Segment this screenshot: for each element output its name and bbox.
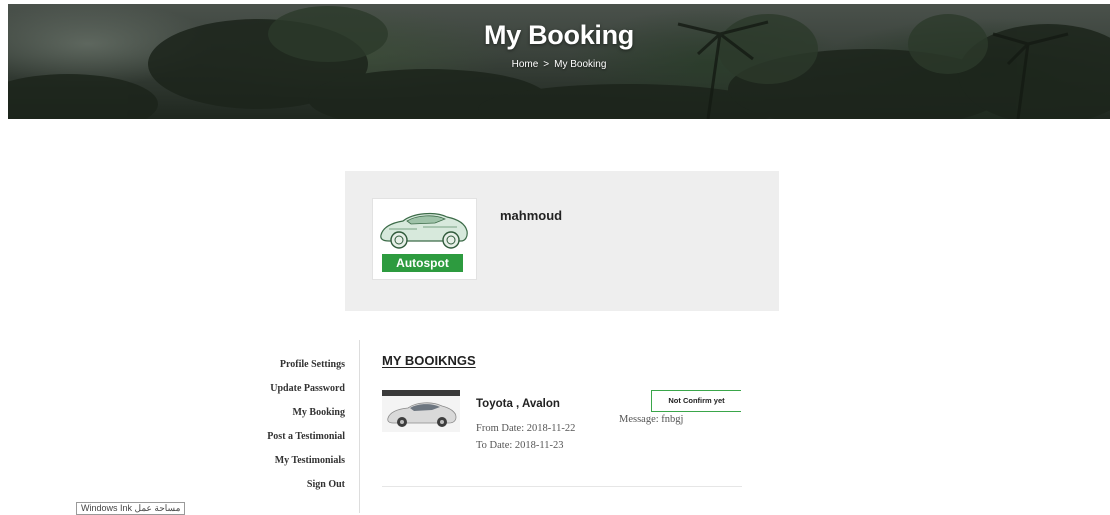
booking-divider bbox=[382, 486, 742, 487]
from-date-label: From Date: bbox=[476, 423, 525, 434]
booking-car-name[interactable]: Toyota , Avalon bbox=[476, 398, 560, 410]
sidebar-item-my-testimonials[interactable]: My Testimonials bbox=[275, 455, 345, 466]
from-date-value: 2018-11-22 bbox=[526, 423, 576, 434]
sidebar-item-post-testimonial[interactable]: Post a Testimonial bbox=[267, 431, 345, 442]
message-label: Message: bbox=[619, 414, 659, 425]
breadcrumb: Home > My Booking bbox=[8, 59, 1110, 70]
avatar: Autospot bbox=[372, 198, 477, 280]
breadcrumb-separator: > bbox=[543, 59, 550, 70]
to-date-value: 2018-11-23 bbox=[514, 440, 564, 451]
brand-badge: Autospot bbox=[382, 254, 463, 272]
sidebar-item-update-password[interactable]: Update Password bbox=[270, 383, 345, 394]
hero-banner: My Booking Home > My Booking bbox=[8, 4, 1110, 119]
profile-card: Autospot mahmoud bbox=[345, 171, 779, 311]
page-title: My Booking bbox=[484, 20, 634, 50]
windows-ink-tooltip: Windows Ink مساحة عمل bbox=[76, 502, 186, 515]
account-sidebar: Profile Settings Update Password My Book… bbox=[230, 340, 360, 513]
car-thumbnail-image bbox=[382, 390, 460, 432]
username: mahmoud bbox=[500, 208, 563, 223]
to-date-label: To Date: bbox=[476, 440, 513, 451]
sidebar-item-sign-out[interactable]: Sign Out bbox=[307, 479, 345, 490]
breadcrumb-home-link[interactable]: Home bbox=[512, 59, 539, 70]
sidebar-item-profile-settings[interactable]: Profile Settings bbox=[280, 359, 345, 370]
sidebar-item-my-booking[interactable]: My Booking bbox=[292, 407, 345, 418]
booking-from-date: From Date: 2018-11-22 bbox=[476, 423, 575, 434]
booking-status-button[interactable]: Not Confirm yet bbox=[651, 390, 741, 412]
sports-car-icon bbox=[380, 212, 468, 249]
bookings-heading: MY BOOIKNGS bbox=[382, 353, 476, 368]
booking-message: Message: fnbgj bbox=[619, 414, 683, 425]
breadcrumb-current: My Booking bbox=[554, 59, 607, 70]
booking-to-date: To Date: 2018-11-23 bbox=[476, 440, 564, 451]
message-value: fnbgj bbox=[661, 414, 684, 425]
